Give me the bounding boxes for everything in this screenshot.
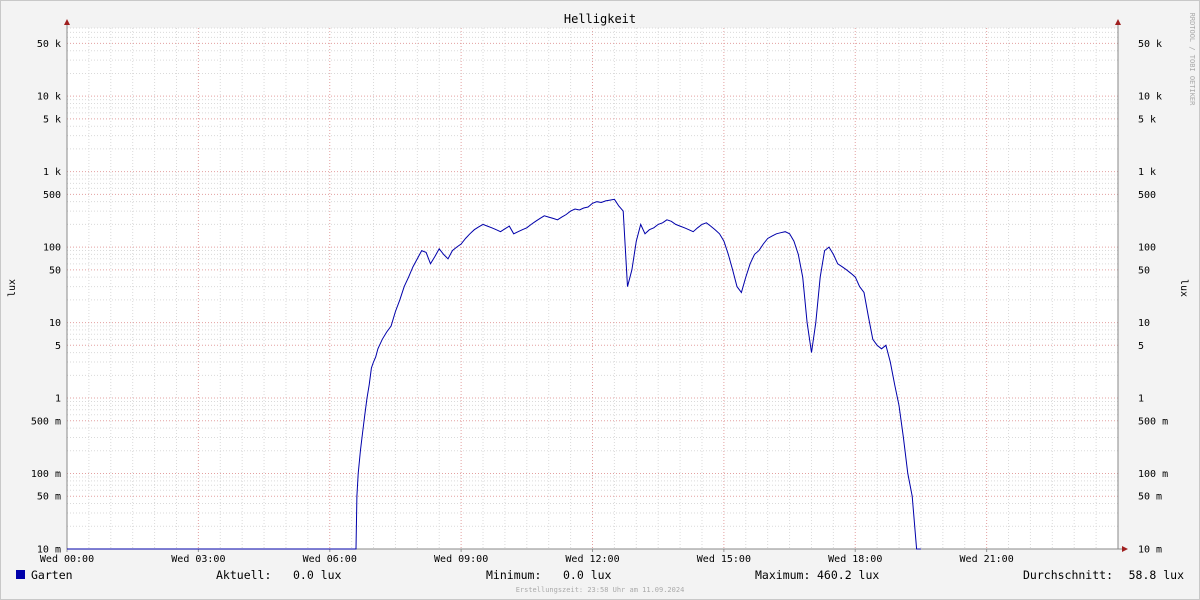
x-tick-label: Wed 03:00 <box>171 554 225 565</box>
y-tick-label-right: 10 m <box>1138 545 1162 556</box>
y-tick-label-left: 10 k <box>37 92 61 103</box>
y-tick-label-left: 5 <box>55 341 61 352</box>
y-axis-arrow-left <box>64 19 70 25</box>
y-tick-label-left: 500 m <box>31 416 61 427</box>
y-tick-label-left: 10 <box>49 318 61 329</box>
watermark: RRDTOOL / TOBI OETIKER <box>1188 13 1196 107</box>
y-axis-label-right: lux <box>1178 279 1189 297</box>
legend-current-label: Aktuell: <box>216 568 271 582</box>
y-tick-label-right: 5 k <box>1138 114 1156 125</box>
legend-swatch <box>16 570 25 579</box>
y-tick-label-right: 5 <box>1138 341 1144 352</box>
x-tick-label: Wed 09:00 <box>434 554 488 565</box>
y-tick-label-right: 500 m <box>1138 416 1168 427</box>
y-tick-label-left: 500 <box>43 190 61 201</box>
x-tick-label: Wed 06:00 <box>303 554 357 565</box>
y-tick-label-right: 500 <box>1138 190 1156 201</box>
y-tick-label-right: 100 <box>1138 243 1156 254</box>
y-tick-label-left: 5 k <box>43 114 61 125</box>
grid <box>66 27 1119 550</box>
legend-avg-label: Durchschnitt: <box>1023 568 1113 582</box>
chart-frame: Wed 00:00 Wed 03:00 Wed 06:00 Wed 09:00 Wed … <box>0 0 1200 600</box>
footer-timestamp: Erstellungszeit: 23:58 Uhr am 11.09.2024 <box>516 586 685 594</box>
x-tick-label: Wed 12:00 <box>565 554 619 565</box>
y-tick-label-right: 1 k <box>1138 167 1156 178</box>
x-tick-label: Wed 15:00 <box>697 554 751 565</box>
y-tick-label-right: 1 <box>1138 394 1144 405</box>
legend-avg-value: 58.8 lux <box>1129 568 1184 582</box>
legend-max-label: Maximum: <box>755 568 810 582</box>
y-tick-label-right: 50 m <box>1138 492 1162 503</box>
y-tick-label-right: 100 m <box>1138 469 1168 480</box>
y-tick-label-left: 100 m <box>31 469 61 480</box>
chart-svg: Wed 00:00 Wed 03:00 Wed 06:00 Wed 09:00 Wed … <box>7 12 1196 594</box>
y-tick-label-right: 50 k <box>1138 39 1162 50</box>
y-tick-label-left: 100 <box>43 243 61 254</box>
legend-min-label: Minimum: <box>486 568 541 582</box>
legend-max-value: 460.2 lux <box>817 568 879 582</box>
y-tick-label-right: 10 <box>1138 318 1150 329</box>
legend-current-value: 0.0 lux <box>293 568 342 582</box>
x-axis-arrow <box>1122 546 1128 552</box>
y-tick-label-left: 50 <box>49 265 61 276</box>
legend-series-name: Garten <box>31 568 73 582</box>
x-tick-label: Wed 18:00 <box>828 554 882 565</box>
chart-title: Helligkeit <box>564 12 636 26</box>
x-tick-label: Wed 21:00 <box>960 554 1014 565</box>
y-tick-label-right: 10 k <box>1138 92 1162 103</box>
y-tick-label-left: 50 m <box>37 492 61 503</box>
x-axis-ticks: Wed 00:00 Wed 03:00 Wed 06:00 Wed 09:00 Wed … <box>40 549 1014 565</box>
y-axis-label-left: lux <box>7 279 18 297</box>
x-tick-label: Wed 00:00 <box>40 554 94 565</box>
y-tick-label-left: 1 k <box>43 167 61 178</box>
y-tick-label-left: 1 <box>55 394 61 405</box>
y-tick-label-left: 10 m <box>37 545 61 556</box>
legend-min-value: 0.0 lux <box>563 568 612 582</box>
y-axis-arrow-right <box>1115 19 1121 25</box>
y-tick-label-right: 50 <box>1138 265 1150 276</box>
y-tick-label-left: 50 k <box>37 39 61 50</box>
